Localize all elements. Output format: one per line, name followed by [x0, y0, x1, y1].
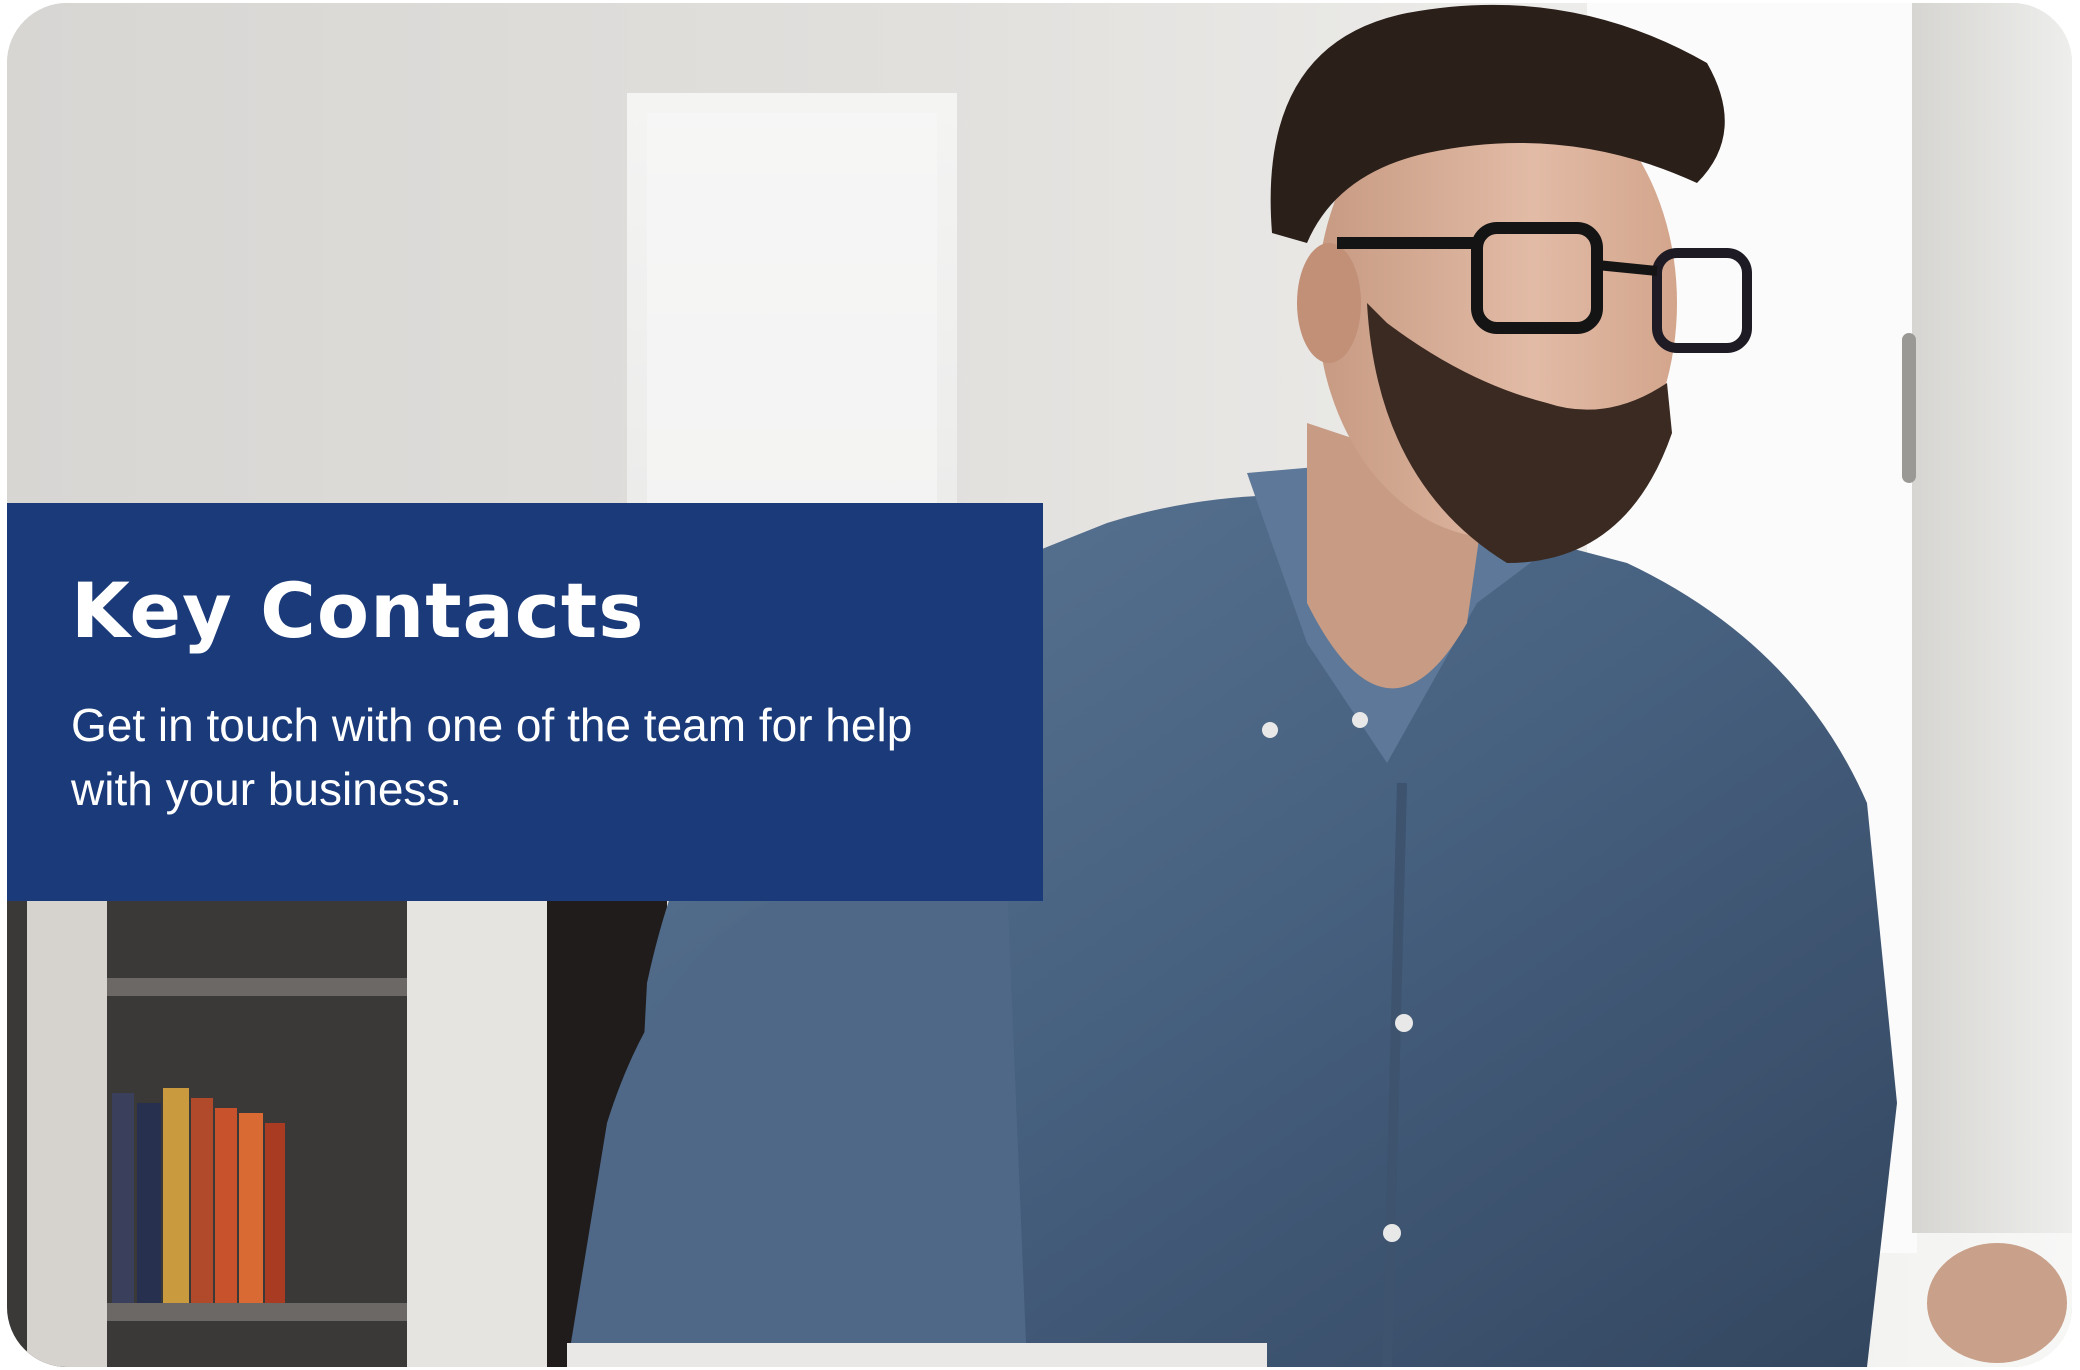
key-contacts-subtitle: Get in touch with one of the team for he… [71, 699, 913, 815]
hero-banner: Key Contacts Get in touch with one of th… [7, 3, 2072, 1367]
key-contacts-title: Key Contacts [71, 566, 645, 655]
key-contacts-panel: Key Contacts Get in touch with one of th… [7, 503, 1043, 901]
